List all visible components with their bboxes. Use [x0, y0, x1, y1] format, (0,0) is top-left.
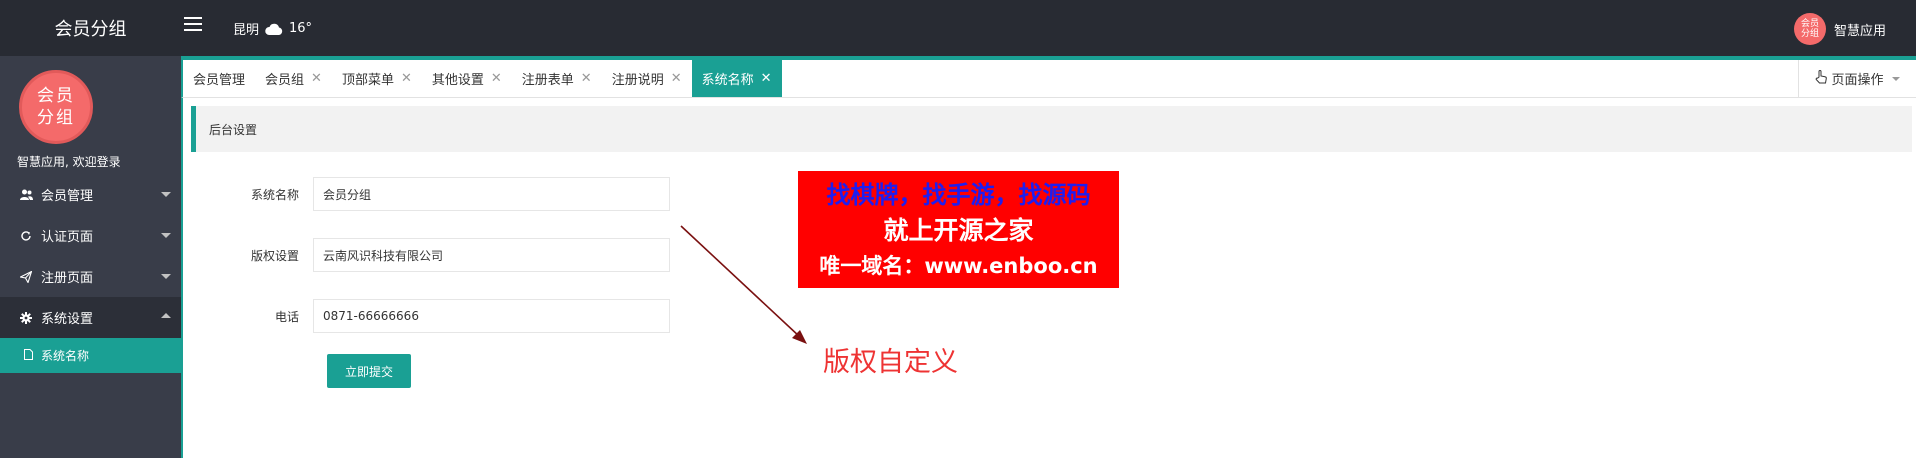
- send-icon: [19, 270, 33, 283]
- ad-line: 唯一域名：www.enboo.cn: [819, 253, 1098, 278]
- tab-register-notes[interactable]: 注册说明 ✕: [602, 60, 692, 97]
- file-icon: [24, 348, 33, 363]
- avatar-text: 会员分组: [1800, 19, 1819, 39]
- annotation-arrow-icon: [680, 225, 807, 344]
- submit-button[interactable]: 立即提交: [327, 354, 411, 388]
- top-bar: 会员分组 昆明 16° 会员分组 智慧应用: [0, 0, 1916, 56]
- gear-icon: [19, 311, 33, 324]
- system-name-input[interactable]: [313, 177, 670, 211]
- close-icon[interactable]: ✕: [311, 71, 322, 86]
- copyright-input[interactable]: [313, 238, 670, 272]
- sidebar-item-label: 会员管理: [41, 189, 94, 204]
- close-icon[interactable]: ✕: [401, 71, 412, 86]
- sidebar-item-members[interactable]: 会员管理: [0, 174, 181, 215]
- users-icon: [19, 189, 33, 200]
- tab-register-form[interactable]: 注册表单 ✕: [512, 60, 602, 97]
- page-operations-button[interactable]: 页面操作: [1798, 60, 1916, 97]
- sidebar-item-label: 认证页面: [41, 230, 94, 245]
- tab-member-group[interactable]: 会员组 ✕: [255, 60, 332, 97]
- sidebar: 会员分组 智慧应用, 欢迎登录 会员管理 认证页面 注册页面 系统设置 系统名称: [0, 56, 181, 458]
- tab-member-management[interactable]: 会员管理: [183, 60, 255, 97]
- hand-pointer-icon: [1815, 69, 1828, 88]
- tab-bar: 会员管理 会员组 ✕ 顶部菜单 ✕ 其他设置 ✕ 注册表单 ✕ 注册说明 ✕ 系统名称 ✕ …: [181, 56, 1916, 98]
- tab-other-settings[interactable]: 其他设置 ✕: [422, 60, 512, 97]
- tab-top-menu[interactable]: 顶部菜单 ✕: [332, 60, 422, 97]
- user-name: 智慧应用: [1833, 23, 1886, 39]
- chevron-down-icon: [161, 274, 171, 279]
- close-icon[interactable]: ✕: [491, 71, 502, 86]
- weather-widget: 昆明 16°: [233, 19, 312, 38]
- sidebar-item-settings[interactable]: 系统设置: [0, 297, 181, 338]
- weather-temperature: 16°: [289, 21, 313, 36]
- weather-city: 昆明: [233, 23, 260, 38]
- sidebar-item-label: 注册页面: [41, 271, 94, 286]
- sidebar-subitem-system-name[interactable]: 系统名称: [0, 338, 181, 373]
- field-label: 系统名称: [250, 187, 299, 202]
- avatar: 会员分组: [1793, 13, 1826, 45]
- form-row-phone: 电话: [183, 299, 670, 333]
- form-row-system-name: 系统名称: [183, 177, 670, 211]
- phone-input[interactable]: [313, 299, 670, 333]
- chevron-up-icon: [161, 313, 171, 318]
- ad-banner[interactable]: 找棋牌，找手游，找源码 就上开源之家 唯一域名：www.enboo.cn: [798, 171, 1119, 288]
- sidebar-item-register[interactable]: 注册页面: [0, 256, 181, 297]
- brand-title: 会员分组: [54, 19, 127, 40]
- close-icon[interactable]: ✕: [581, 71, 592, 86]
- form-row-copyright: 版权设置: [183, 238, 670, 272]
- tab-system-name[interactable]: 系统名称 ✕: [691, 60, 782, 97]
- ad-line: 找棋牌，找手游，找源码: [826, 180, 1091, 209]
- sidebar-profile: 会员分组 智慧应用, 欢迎登录: [0, 56, 181, 174]
- close-icon[interactable]: ✕: [671, 71, 682, 86]
- avatar: 会员分组: [19, 70, 93, 144]
- field-label: 电话: [274, 309, 299, 324]
- page-operations-label: 页面操作: [1831, 73, 1884, 88]
- refresh-icon: [19, 230, 33, 242]
- tab-label: 顶部菜单: [341, 73, 394, 88]
- cloud-icon: [265, 23, 283, 35]
- field-label: 版权设置: [250, 248, 299, 263]
- welcome-text: 智慧应用, 欢迎登录: [17, 155, 121, 169]
- chevron-down-icon: [161, 233, 171, 238]
- tab-label: 会员组: [265, 73, 305, 88]
- menu-toggle-icon[interactable]: [184, 17, 202, 35]
- chevron-down-icon: [1891, 76, 1900, 81]
- tab-label: 注册说明: [611, 73, 664, 88]
- tab-label: 其他设置: [431, 73, 484, 88]
- sidebar-item-label: 系统设置: [41, 312, 94, 327]
- sidebar-item-label: 系统名称: [41, 349, 90, 363]
- user-menu[interactable]: 会员分组 智慧应用: [1793, 13, 1886, 45]
- section-title: 后台设置: [191, 106, 1912, 152]
- ad-line: 就上开源之家: [883, 215, 1034, 245]
- tab-label: 注册表单: [521, 73, 574, 88]
- tab-label: 系统名称: [701, 73, 754, 88]
- sidebar-item-auth[interactable]: 认证页面: [0, 215, 181, 256]
- annotation-text: 版权自定义: [823, 347, 958, 378]
- chevron-down-icon: [161, 192, 171, 197]
- close-icon[interactable]: ✕: [761, 71, 772, 86]
- avatar-text: 会员分组: [37, 86, 75, 128]
- tab-label: 会员管理: [193, 73, 246, 88]
